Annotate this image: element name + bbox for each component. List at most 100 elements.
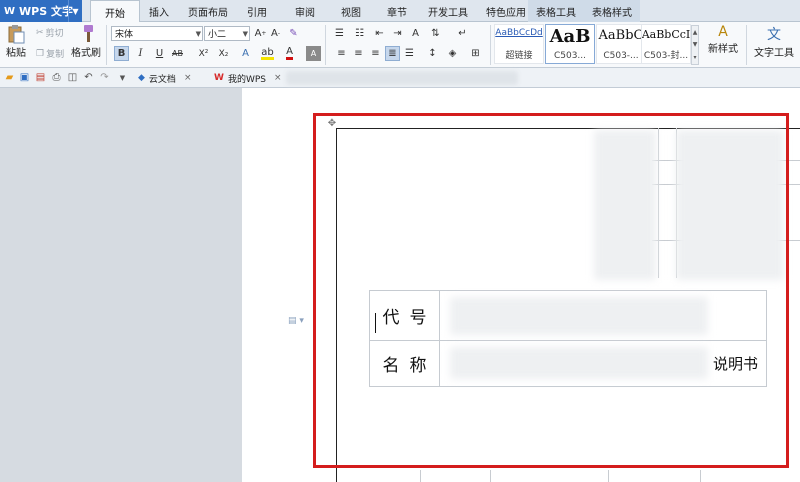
bold-button[interactable]: B [114, 46, 129, 61]
cut-label: 剪切 [45, 29, 64, 39]
customize-icon[interactable]: ▼ [116, 71, 129, 84]
copy-button[interactable]: ❐ 复制 [36, 47, 65, 61]
chevron-down-icon: ▼ [242, 29, 248, 38]
text-tools-label: 文字工具 [754, 48, 794, 59]
style-preview: AaBbC [598, 28, 644, 43]
doc-tab-mywps[interactable]: W 我的WPS × [210, 69, 288, 87]
export-pdf-icon[interactable]: ▤ [34, 71, 47, 84]
font-color-button[interactable]: A [282, 46, 297, 61]
style-preview: AaB [549, 26, 591, 47]
ribbon-separator [106, 25, 107, 65]
borders-icon[interactable]: ⊞ [468, 46, 483, 61]
distribute-icon[interactable]: ☰ [402, 46, 417, 61]
table-grid-line [420, 470, 421, 482]
paste-icon [8, 25, 25, 44]
style-name: C503-... [603, 51, 639, 61]
style-hyperlink[interactable]: AaBbCcDd 超链接 [494, 24, 544, 64]
grow-font-button[interactable]: A + [253, 26, 268, 41]
tab-table-style[interactable]: 表格样式 [584, 0, 640, 22]
char-shading-button[interactable]: A [306, 46, 321, 61]
align-justify-icon[interactable]: ≣ [385, 46, 400, 61]
underline-button[interactable]: U [152, 46, 167, 61]
paragraph-mark-icon[interactable]: ↵ [455, 26, 470, 41]
font-size-select[interactable]: 小二 ▼ [204, 26, 250, 41]
text-tools-button[interactable]: 文 文字工具 [750, 24, 798, 59]
tab-chapter[interactable]: 章节 [378, 0, 416, 22]
print-icon[interactable]: ⎙ [50, 71, 63, 84]
new-style-label: 新样式 [708, 44, 738, 55]
tab-references[interactable]: 引用 [238, 0, 276, 22]
new-style-button[interactable]: A 新样式 [702, 24, 744, 55]
clear-format-button[interactable]: ✎ [286, 26, 301, 41]
text-effect-button[interactable]: A [238, 46, 253, 61]
new-style-icon: A [718, 24, 728, 40]
undo-icon[interactable]: ↶ [82, 71, 95, 84]
italic-button[interactable]: I [133, 46, 148, 61]
tab-table-tools[interactable]: 表格工具 [528, 0, 584, 22]
table-grid-line [608, 470, 609, 482]
close-icon[interactable]: × [184, 73, 192, 83]
bullet-list-icon[interactable]: ☰ [332, 26, 347, 41]
align-center-icon[interactable]: ≡ [351, 46, 366, 61]
wps-logo-icon: W [4, 5, 16, 17]
decrease-indent-icon[interactable]: ⇤ [372, 26, 387, 41]
tab-developer[interactable]: 开发工具 [420, 0, 476, 22]
chevron-up-icon[interactable]: ▲ [693, 29, 698, 36]
text-direction-icon[interactable]: A [408, 26, 423, 41]
style-gallery-scroll[interactable]: ▲ ▼ ▾ [691, 25, 699, 65]
chevron-down-icon[interactable]: ▼ [68, 0, 82, 22]
ribbon-separator [490, 25, 491, 65]
open-folder-icon[interactable]: ▰ [3, 71, 16, 84]
chevron-down-icon[interactable]: ▼ [693, 41, 698, 48]
doc-tab-cloud[interactable]: ◆ 云文档 × [134, 69, 210, 87]
strikethrough-button[interactable]: AB [170, 46, 185, 61]
menu-bar: W WPS 文字 ▼ 开始 插入 页面布局 引用 审阅 视图 章节 开发工具 特… [0, 0, 800, 23]
text-tools-icon: 文 [767, 27, 781, 43]
tab-insert[interactable]: 插入 [140, 0, 178, 22]
font-name-select[interactable]: 宋体 ▼ [111, 26, 203, 41]
increase-indent-icon[interactable]: ⇥ [390, 26, 405, 41]
style-c503-cover[interactable]: AaBbCcI C503-封... [641, 24, 691, 64]
numbered-list-icon[interactable]: ☷ [352, 26, 367, 41]
align-left-icon[interactable]: ≡ [334, 46, 349, 61]
scissors-icon: ✂ [36, 27, 44, 38]
redo-icon[interactable]: ↷ [98, 71, 111, 84]
style-c503-1[interactable]: AaB C503... [545, 24, 595, 64]
superscript-button[interactable]: X² [196, 46, 211, 61]
cut-button[interactable]: ✂ 剪切 [36, 26, 64, 40]
copy-icon: ❐ [36, 48, 45, 59]
tab-view[interactable]: 视图 [332, 0, 370, 22]
paste-button[interactable]: 粘贴 [3, 24, 29, 59]
ribbon: 粘贴 ✂ 剪切 ❐ 复制 格式刷 宋体 ▼ 小二 ▼ A + A- ✎ B I U… [0, 22, 800, 68]
brush-icon [84, 25, 93, 42]
print-preview-icon[interactable]: ◫ [66, 71, 79, 84]
style-preview: AaBbCcI [641, 28, 691, 41]
doc-tab-label: 我的WPS [227, 74, 266, 85]
expand-icon[interactable]: ▾ [693, 54, 696, 61]
style-c503-2[interactable]: AaBbC C503-... [596, 24, 646, 64]
sort-icon[interactable]: ⇅ [428, 26, 443, 41]
tab-page-layout[interactable]: 页面布局 [180, 0, 236, 22]
format-painter-button[interactable]: 格式刷 [70, 24, 102, 59]
table-grid-line [700, 470, 701, 482]
paragraph-layout-icon[interactable]: ▤ ▾ [288, 316, 304, 326]
table-grid-line [490, 470, 491, 482]
close-icon[interactable]: × [274, 73, 282, 83]
line-spacing-icon[interactable]: ↕ [425, 46, 440, 61]
subscript-button[interactable]: X₂ [216, 46, 231, 61]
style-preview: AaBbCcDd [495, 28, 543, 38]
shrink-font-button[interactable]: A- [268, 26, 283, 41]
doc-tab-label: 云文档 [148, 74, 176, 85]
doc-tab-active[interactable] [286, 71, 518, 85]
tab-special-apps[interactable]: 特色应用 [478, 0, 534, 22]
shading-icon[interactable]: ◈ [445, 46, 460, 61]
align-right-icon[interactable]: ≡ [368, 46, 383, 61]
highlight-button[interactable]: ab [260, 46, 275, 61]
app-menu-button[interactable]: W WPS 文字 ▼ [0, 0, 82, 22]
font-size-value: 小二 [208, 30, 227, 40]
copy-label: 复制 [46, 50, 65, 60]
ribbon-separator [325, 25, 326, 65]
save-icon[interactable]: ▣ [18, 71, 31, 84]
tab-home[interactable]: 开始 [90, 0, 140, 23]
tab-review[interactable]: 审阅 [286, 0, 324, 22]
